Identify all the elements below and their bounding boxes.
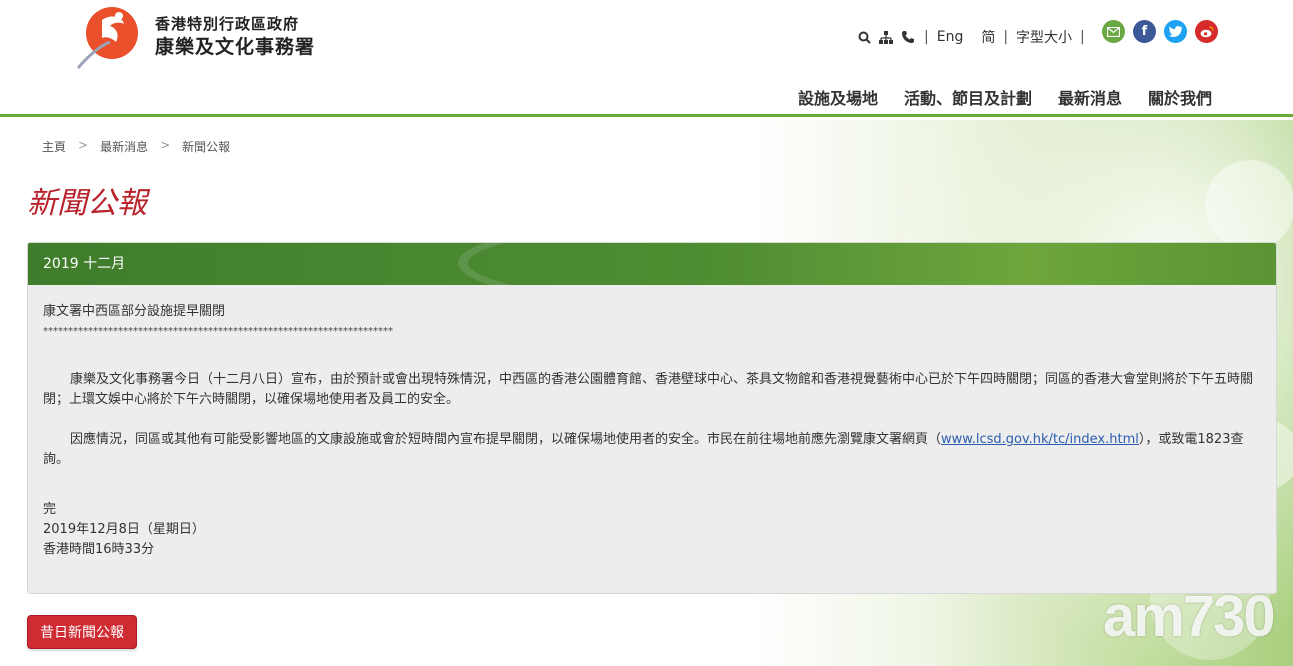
breadcrumb-home[interactable]: 主頁 [42,138,66,155]
utility-separator: | [1003,29,1009,45]
simplified-chinese-link[interactable]: 简 [981,27,995,47]
facebook-icon[interactable]: f [1133,20,1156,43]
logo-title-government: 香港特別行政區政府 [155,15,300,33]
am730-watermark: am730 [1103,584,1276,649]
sitemap-icon[interactable] [878,30,894,44]
divider-stars: ****************************************… [43,326,393,337]
site-header: 香港特別行政區政府 康樂及文化事務署 | Eng 简 | 字型大小 | f 設施… [0,0,1293,117]
utility-separator: | [924,29,929,45]
paragraph-2-text: 因應情況，同區或其他有可能受影響地區的文康設施或會於短時間內宣布提早關閉，以確保… [70,432,942,447]
panel-heading: 2019 十二月 [43,256,126,272]
phone-icon[interactable] [900,31,916,43]
decor-bubble [1205,160,1293,250]
breadcrumb-separator: > [160,138,171,152]
nav-item-latest-news[interactable]: 最新消息 [1058,85,1122,109]
press-release-panel: 2019 十二月 康文署中西區部分設施提早關閉 ****************… [27,242,1277,594]
header-swoosh-decoration [458,243,1276,285]
main-navigation: 設施及場地 活動、節目及計劃 最新消息 關於我們 [798,85,1212,109]
search-icon[interactable] [856,31,872,44]
weibo-icon[interactable] [1195,20,1218,43]
logo-title-department: 康樂及文化事務署 [155,36,316,58]
breadcrumb: 主頁 > 最新消息 > 新聞公報 [42,138,230,155]
utility-bar: | Eng 简 | 字型大小 | [856,22,1093,52]
end-marker: 完 [43,502,57,517]
facebook-glyph: f [1141,24,1148,39]
panel-header: 2019 十二月 [28,243,1276,285]
twitter-icon[interactable] [1164,20,1187,43]
breadcrumb-press-releases: 新聞公報 [182,140,231,154]
news-title: 康文署中西區部分設施提早關閉 [43,304,226,319]
paragraph-1: 康樂及文化事務署今日（十二月八日）宣布，由於預計或會出現特殊情況，中西區的香港公… [43,372,1254,407]
page-title: 新聞公報 [27,186,147,221]
nav-item-about-us[interactable]: 關於我們 [1148,85,1212,109]
nav-item-activities[interactable]: 活動、節目及計劃 [904,85,1032,109]
lcsd-logo-icon[interactable] [76,6,146,70]
old-press-releases-button[interactable]: 昔日新聞公報 [27,615,137,649]
lcsd-website-link[interactable]: www.lcsd.gov.hk/tc/index.html [941,432,1139,447]
utility-separator: | [1080,29,1085,45]
press-release-body: 康文署中西區部分設施提早關閉 *************************… [28,285,1276,560]
release-date: 2019年12月8日（星期日） [43,522,205,537]
english-link[interactable]: Eng [937,29,964,45]
paragraph-2: 因應情況，同區或其他有可能受影響地區的文康設施或會於短時間內宣布提早關閉，以確保… [43,430,1261,470]
font-size-control[interactable]: 字型大小 [1016,27,1072,47]
nav-item-facilities[interactable]: 設施及場地 [798,85,878,109]
release-time: 香港時間16時33分 [43,542,155,557]
email-icon[interactable] [1102,20,1125,43]
breadcrumb-separator: > [78,138,89,152]
breadcrumb-latest-news[interactable]: 最新消息 [100,138,148,155]
